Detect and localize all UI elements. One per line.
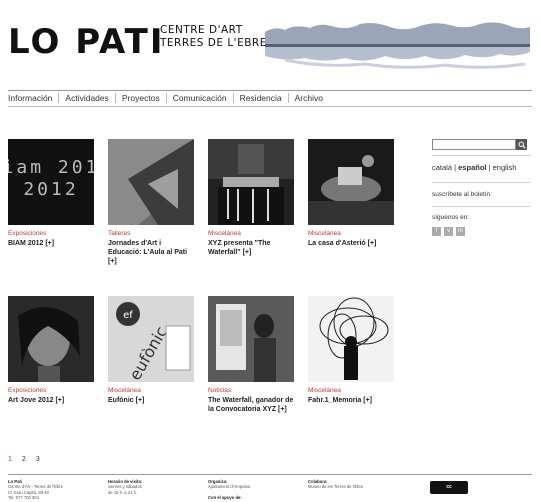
newsletter-link[interactable]: suscríbete al boletín: — [432, 191, 492, 198]
subtitle-line-2: TERRES DE L'EBRE — [160, 37, 267, 49]
vimeo-icon[interactable]: v — [444, 227, 453, 236]
thumb-text-biam: biam 2012 — [8, 157, 94, 178]
landscape-banner — [265, 18, 530, 74]
footer-col-organizer: Organiza: Ajuntament d'Amposta Con el ap… — [208, 479, 250, 501]
card-title[interactable]: La casa d'Asterió [+] — [308, 239, 394, 248]
logo-text: LO PATI — [8, 22, 165, 62]
card-category[interactable]: Miscelánea — [208, 230, 294, 237]
card-waterfall[interactable]: Miscelánea XYZ presenta "The Waterfall" … — [208, 139, 294, 257]
card-title[interactable]: Eufònic [+] — [108, 396, 194, 405]
card-category[interactable]: Noticias — [208, 387, 294, 394]
search-box — [432, 139, 527, 150]
nav-item-residencia[interactable]: Residencia — [232, 93, 288, 103]
pagination: 1 2 3 — [8, 456, 40, 463]
page-link-3[interactable]: 3 — [36, 456, 40, 463]
main-nav: Información Actividades Proyectos Comuni… — [8, 93, 329, 103]
card-title[interactable]: The Waterfall, ganador de la Convocatori… — [208, 396, 294, 414]
nav-divider-bottom — [8, 106, 532, 107]
page-link-1[interactable]: 1 — [8, 456, 12, 463]
card-thumbnail[interactable] — [108, 139, 194, 225]
sidebar-divider — [432, 155, 530, 156]
card-title[interactable]: Jornades d'Art i Educació: L'Aula al Pat… — [108, 239, 194, 266]
search-button[interactable] — [516, 139, 527, 150]
card-thumbnail[interactable]: ef eufònic — [108, 296, 194, 382]
social-links: f v in — [432, 227, 465, 236]
sidebar-divider — [432, 182, 530, 183]
card-title[interactable]: Art Jove 2012 [+] — [8, 396, 94, 405]
svg-text:ef: ef — [123, 310, 133, 321]
card-thumbnail[interactable] — [308, 296, 394, 382]
footer-title: Colabora: — [308, 479, 328, 484]
footer-title: Organiza: — [208, 479, 228, 484]
card-category[interactable]: Exposiciones — [8, 387, 94, 394]
card-waterfall-ganador[interactable]: Noticias The Waterfall, ganador de la Co… — [208, 296, 294, 414]
card-category[interactable]: Exposiciones — [8, 230, 94, 237]
card-thumbnail[interactable] — [8, 296, 94, 382]
follow-label: síguenos en: — [432, 214, 470, 221]
card-art-jove[interactable]: Exposiciones Art Jove 2012 [+] — [8, 296, 94, 405]
lang-ca-link[interactable]: català — [432, 163, 452, 172]
card-title[interactable]: BIAM 2012 [+] — [8, 239, 94, 248]
card-thumbnail[interactable] — [208, 139, 294, 225]
nav-item-archivo[interactable]: Archivo — [287, 93, 329, 103]
card-category[interactable]: Miscelánea — [308, 387, 394, 394]
nav-item-actividades[interactable]: Actividades — [58, 93, 114, 103]
search-input[interactable] — [432, 139, 516, 150]
subtitle-line-1: CENTRE D'ART — [160, 24, 243, 36]
footer-title: Lo Pati — [8, 479, 22, 484]
card-category[interactable]: Talleres — [108, 230, 194, 237]
facebook-icon[interactable]: f — [432, 227, 441, 236]
footer-divider — [8, 474, 532, 475]
card-category[interactable]: Miscelánea — [308, 230, 394, 237]
footer-col-collaborator: Colabora: Museu de les Terres de l'Ebre — [308, 479, 364, 490]
card-fahr[interactable]: Miscelánea Fahr.1_Memoria [+] — [308, 296, 394, 405]
svg-text:2012: 2012 — [23, 179, 78, 200]
nav-item-proyectos[interactable]: Proyectos — [114, 93, 166, 103]
card-eufonic[interactable]: ef eufònic Miscelánea Eufònic [+] — [108, 296, 194, 405]
card-title[interactable]: Fahr.1_Memoria [+] — [308, 396, 394, 405]
site-subtitle: CENTRE D'ART TERRES DE L'EBRE — [160, 24, 267, 50]
footer-title: Horario de visita: — [108, 479, 143, 484]
thumb-text-eufonic: eufònic — [125, 323, 171, 382]
card-title[interactable]: XYZ presenta "The Waterfall" [+] — [208, 239, 294, 257]
language-switcher: català | español | english — [432, 163, 517, 172]
card-thumbnail[interactable]: biam 2012 2012 — [8, 139, 94, 225]
footer-col-address: Lo Pati Centre d'Art - Terres de l'Ebre … — [8, 479, 64, 501]
issuu-icon[interactable]: in — [456, 227, 465, 236]
creative-commons-badge[interactable]: cc — [430, 481, 468, 494]
card-biam[interactable]: biam 2012 2012 Exposiciones BIAM 2012 [+… — [8, 139, 94, 248]
page-link-2[interactable]: 2 — [22, 456, 26, 463]
card-thumbnail[interactable] — [308, 139, 394, 225]
sidebar-divider — [432, 206, 530, 207]
nav-item-informacion[interactable]: Información — [8, 93, 58, 103]
footer-col-hours: Horario de visita: viernes y sábados de … — [108, 479, 143, 495]
lang-es-link[interactable]: español — [458, 163, 486, 172]
card-thumbnail[interactable] — [208, 296, 294, 382]
card-jornades[interactable]: Talleres Jornades d'Art i Educació: L'Au… — [108, 139, 194, 266]
nav-divider-top — [8, 90, 532, 91]
nav-item-comunicacion[interactable]: Comunicación — [165, 93, 233, 103]
site-logo[interactable]: LO PATI — [8, 22, 165, 62]
card-category[interactable]: Miscelánea — [108, 387, 194, 394]
search-icon — [518, 141, 526, 149]
card-asterio[interactable]: Miscelánea La casa d'Asterió [+] — [308, 139, 394, 248]
lang-en-link[interactable]: english — [493, 163, 517, 172]
